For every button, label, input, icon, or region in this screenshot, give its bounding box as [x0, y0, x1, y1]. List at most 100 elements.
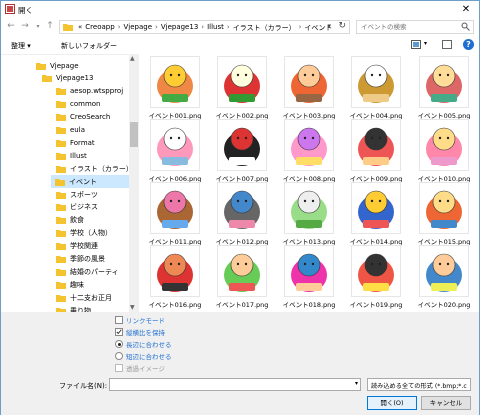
back-arrow-icon[interactable]: ← [5, 21, 17, 32]
file-item[interactable]: イベント005.png [415, 56, 473, 121]
help-button[interactable]: ? [463, 39, 474, 50]
file-item[interactable]: イベント017.png [213, 245, 271, 310]
sidebar-item-label: Format [70, 138, 95, 147]
file-item[interactable]: イベント015.png [415, 182, 473, 247]
filename-dropdown-icon[interactable]: ▾ [355, 380, 358, 387]
file-item[interactable]: イベント018.png [280, 245, 338, 310]
sidebar-item[interactable]: aesop.wtspproj [54, 85, 139, 98]
address-dropdown-icon[interactable]: ▾ [327, 22, 331, 30]
preview-pane-icon[interactable] [442, 40, 452, 49]
file-item[interactable]: イベント020.png [415, 245, 473, 310]
breadcrumb-item[interactable]: Illust [207, 23, 224, 33]
organize-button[interactable]: 整理 ▾ [11, 41, 31, 51]
file-item[interactable]: イベント001.png [146, 56, 204, 121]
app-icon [5, 4, 15, 14]
view-options-icon[interactable] [411, 40, 421, 49]
dialog-footer: リンクモード 縦横比を保持 長辺に合わせる 短辺に合わせる 透過イメージ ファイ… [1, 312, 479, 415]
file-item[interactable]: イベント008.png [280, 119, 338, 184]
sidebar-item[interactable]: イベント [51, 175, 129, 189]
breadcrumb-item[interactable]: Creoapp [85, 23, 114, 33]
folder-icon [56, 127, 66, 134]
sidebar-item[interactable]: 結婚のパーティ [54, 265, 139, 278]
keep-ratio-checkbox[interactable] [115, 328, 123, 336]
sidebar-scrollbar[interactable]: ▲ ▼ [129, 54, 139, 312]
close-button[interactable]: ✕ [459, 3, 473, 16]
file-grid: イベント001.png イベント002.png イベント003.png イベント004… [141, 54, 479, 312]
file-item[interactable]: イベント013.png [280, 182, 338, 247]
sidebar-item[interactable]: 飲食 [54, 214, 139, 227]
file-item[interactable]: イベント010.png [415, 119, 473, 184]
file-item[interactable]: イベント012.png [213, 182, 271, 247]
link-mode-checkbox[interactable] [115, 316, 123, 324]
breadcrumb-overflow[interactable]: « [78, 23, 82, 33]
new-folder-button[interactable]: 新しいフォルダー [61, 41, 117, 51]
sidebar-item[interactable]: CreoSearch [54, 111, 139, 124]
image-thumbnail [351, 245, 401, 297]
file-item[interactable]: イベント011.png [146, 182, 204, 247]
fit-short-option[interactable]: 短辺に合わせる [115, 351, 172, 361]
sidebar-item-label: 結婚のパーティ [70, 267, 119, 276]
cancel-button[interactable]: キャンセル [421, 396, 471, 410]
forward-arrow-icon[interactable]: → [19, 21, 31, 32]
sidebar-item[interactable]: eula [54, 124, 139, 137]
file-type-select[interactable]: 読み込める全ての形式 (*.bmp;*.c [367, 378, 471, 391]
file-name: イベント020.png [417, 301, 471, 309]
folder-icon [55, 178, 65, 186]
fit-long-option[interactable]: 長辺に合わせる [115, 339, 172, 349]
file-item[interactable]: イベント007.png [213, 119, 271, 184]
file-item[interactable]: イベント009.png [347, 119, 405, 184]
sidebar-item[interactable]: ビジネス [54, 201, 139, 214]
file-name: イベント017.png [215, 301, 269, 309]
image-thumbnail [284, 182, 334, 234]
sidebar-item[interactable]: スポーツ [54, 188, 139, 201]
sidebar-item[interactable]: 学校（人物） [54, 227, 139, 240]
breadcrumb-item[interactable]: Vjepage13 [161, 23, 198, 33]
folder-icon [56, 230, 66, 238]
file-item[interactable]: イベント006.png [146, 119, 204, 184]
search-icon[interactable] [461, 22, 470, 31]
refresh-icon[interactable]: ↻ [338, 21, 346, 31]
sidebar-item[interactable]: 趣味 [54, 278, 139, 291]
sidebar-item-label: 飲食 [70, 216, 84, 225]
file-item[interactable]: イベント014.png [347, 182, 405, 247]
sidebar-item[interactable]: 十二支お正月 [54, 291, 139, 304]
file-item[interactable]: イベント003.png [280, 56, 338, 121]
file-item[interactable]: イベント002.png [213, 56, 271, 121]
recent-dropdown-icon[interactable]: ▾ [32, 21, 44, 32]
view-dropdown-icon[interactable]: ▾ [424, 40, 427, 47]
breadcrumb-item[interactable]: イラスト（カラー） [233, 23, 296, 33]
sidebar-item[interactable]: Format [54, 136, 139, 149]
sidebar-item[interactable]: common [54, 98, 139, 111]
filename-input[interactable]: ▾ [109, 378, 361, 391]
sidebar-item-label: スポーツ [70, 190, 98, 199]
up-arrow-icon[interactable]: ↑ [44, 21, 56, 32]
sidebar-item[interactable]: 季節の風景 [54, 253, 139, 266]
link-mode-option[interactable]: リンクモード [115, 315, 165, 325]
fit-short-label: 短辺に合わせる [126, 353, 172, 361]
file-item[interactable]: イベント004.png [347, 56, 405, 121]
address-bar[interactable]: « Creoapp › Vjepage › Vjepage13 › Illust › イ… [59, 20, 350, 34]
fit-short-radio[interactable] [115, 352, 123, 360]
sidebar-item-label: aesop.wtspproj [70, 87, 124, 96]
sidebar-item-label: Illust [70, 151, 87, 160]
fit-long-radio[interactable] [115, 340, 123, 348]
file-item[interactable]: イベント019.png [347, 245, 405, 310]
breadcrumb-separator: › [226, 23, 230, 31]
folder-icon [36, 62, 46, 70]
sidebar-item[interactable]: Vjepage [34, 59, 124, 72]
sidebar-item[interactable]: Vjepage13 [40, 72, 130, 85]
sidebar-item[interactable]: 乗り物 [54, 304, 139, 312]
breadcrumb-item[interactable]: Vjepage [124, 23, 153, 33]
scroll-thumb[interactable] [130, 122, 138, 147]
search-input[interactable] [357, 21, 457, 33]
file-item[interactable]: イベント016.png [146, 245, 204, 310]
open-button[interactable]: 開く(O) [367, 396, 417, 410]
scroll-up-icon[interactable]: ▲ [130, 55, 135, 62]
sidebar-item[interactable]: イラスト（カラー） [54, 162, 139, 175]
folder-icon [56, 294, 66, 302]
folder-icon [56, 191, 66, 199]
scroll-down-icon[interactable]: ▼ [130, 304, 135, 311]
sidebar-item[interactable]: Illust [54, 149, 139, 162]
keep-ratio-option[interactable]: 縦横比を保持 [115, 327, 165, 337]
sidebar-item[interactable]: 学校関連 [54, 240, 139, 253]
